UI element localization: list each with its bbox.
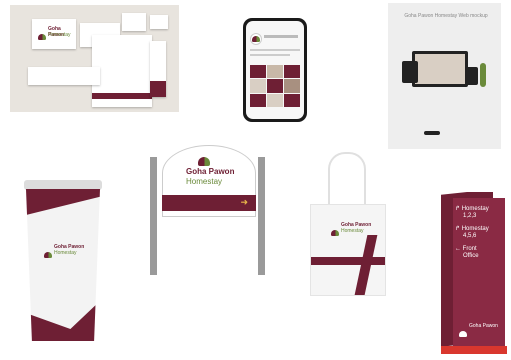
letterhead bbox=[92, 35, 152, 107]
directional-sign-base bbox=[441, 346, 507, 354]
phone-screen bbox=[246, 21, 304, 119]
brand-subtitle: Homestay bbox=[48, 32, 71, 38]
monitor-icon bbox=[412, 51, 468, 87]
carousel-indicator bbox=[424, 131, 440, 135]
sign-post-right bbox=[258, 157, 265, 275]
arrow-up-right-icon: ↱ bbox=[455, 226, 461, 232]
brand-logo-icon bbox=[34, 72, 42, 90]
web-mockup-title: Goha Pawon Homestay Web mockup bbox=[404, 13, 488, 19]
entrance-sign: Goha Pawon Homestay ➜ bbox=[148, 145, 270, 275]
direction-row: ↱ Homestay 4,5,6 bbox=[455, 226, 489, 239]
direction-row: ↱ Homestay 1,2,3 bbox=[455, 206, 489, 219]
tote-handle bbox=[328, 152, 366, 210]
phone-icon bbox=[466, 67, 478, 85]
brand-logo-icon bbox=[459, 324, 467, 342]
sign-brand-subtitle: Homestay bbox=[186, 177, 223, 186]
brand-logo-icon bbox=[331, 223, 339, 241]
tumbler-body: Goha Pawon Homestay bbox=[26, 189, 100, 341]
tablet-icon bbox=[402, 61, 418, 83]
pen bbox=[150, 41, 166, 97]
tote-bag-mockup: Goha Pawon Homestay bbox=[308, 152, 388, 297]
business-card: Goha Pawon Homestay bbox=[32, 19, 76, 49]
sign-post-left bbox=[150, 157, 157, 275]
envelope-brand-subtitle: Homestay bbox=[46, 76, 69, 82]
brand-logo-icon bbox=[44, 245, 52, 263]
arrow-left-icon: ← bbox=[455, 246, 461, 252]
sticker bbox=[150, 15, 168, 29]
tote-stripe-diagonal bbox=[354, 235, 378, 295]
direction-row: ← Front Office bbox=[455, 246, 479, 259]
envelope: Goha Pawon Homestay bbox=[28, 67, 100, 85]
avatar bbox=[250, 33, 262, 45]
sign-brand-name: Goha Pawon bbox=[186, 167, 235, 176]
letterhead-stripe bbox=[92, 93, 152, 99]
web-mockup: Goha Pawon Homestay Web mockup bbox=[388, 3, 501, 149]
sign-band: ➜ bbox=[162, 195, 256, 211]
tote-brand-subtitle: Homestay bbox=[341, 228, 364, 234]
tumbler-mockup: Goha Pawon Homestay bbox=[23, 180, 108, 345]
tote-stripe bbox=[311, 257, 385, 265]
tumbler-brand-subtitle: Homestay bbox=[54, 250, 77, 256]
stationery-mockup: Goha Pawon Homestay Goha Pawon Homestay bbox=[10, 5, 179, 112]
photo-grid bbox=[250, 65, 300, 107]
tote-body: Goha Pawon Homestay bbox=[310, 204, 386, 296]
arrow-up-right-icon: ↱ bbox=[455, 206, 461, 212]
sticker bbox=[122, 13, 146, 31]
brand-logo-icon bbox=[38, 27, 46, 45]
directional-sign: ↱ Homestay 1,2,3 ↱ Homestay 4,5,6 ← Fron… bbox=[441, 192, 507, 354]
direction-brand-name: Goha Pawon bbox=[469, 323, 498, 329]
plant-icon bbox=[480, 63, 486, 87]
tumbler-lid bbox=[24, 180, 102, 190]
arrow-right-icon: ➜ bbox=[240, 197, 248, 207]
phone-instagram-mockup bbox=[243, 18, 307, 122]
